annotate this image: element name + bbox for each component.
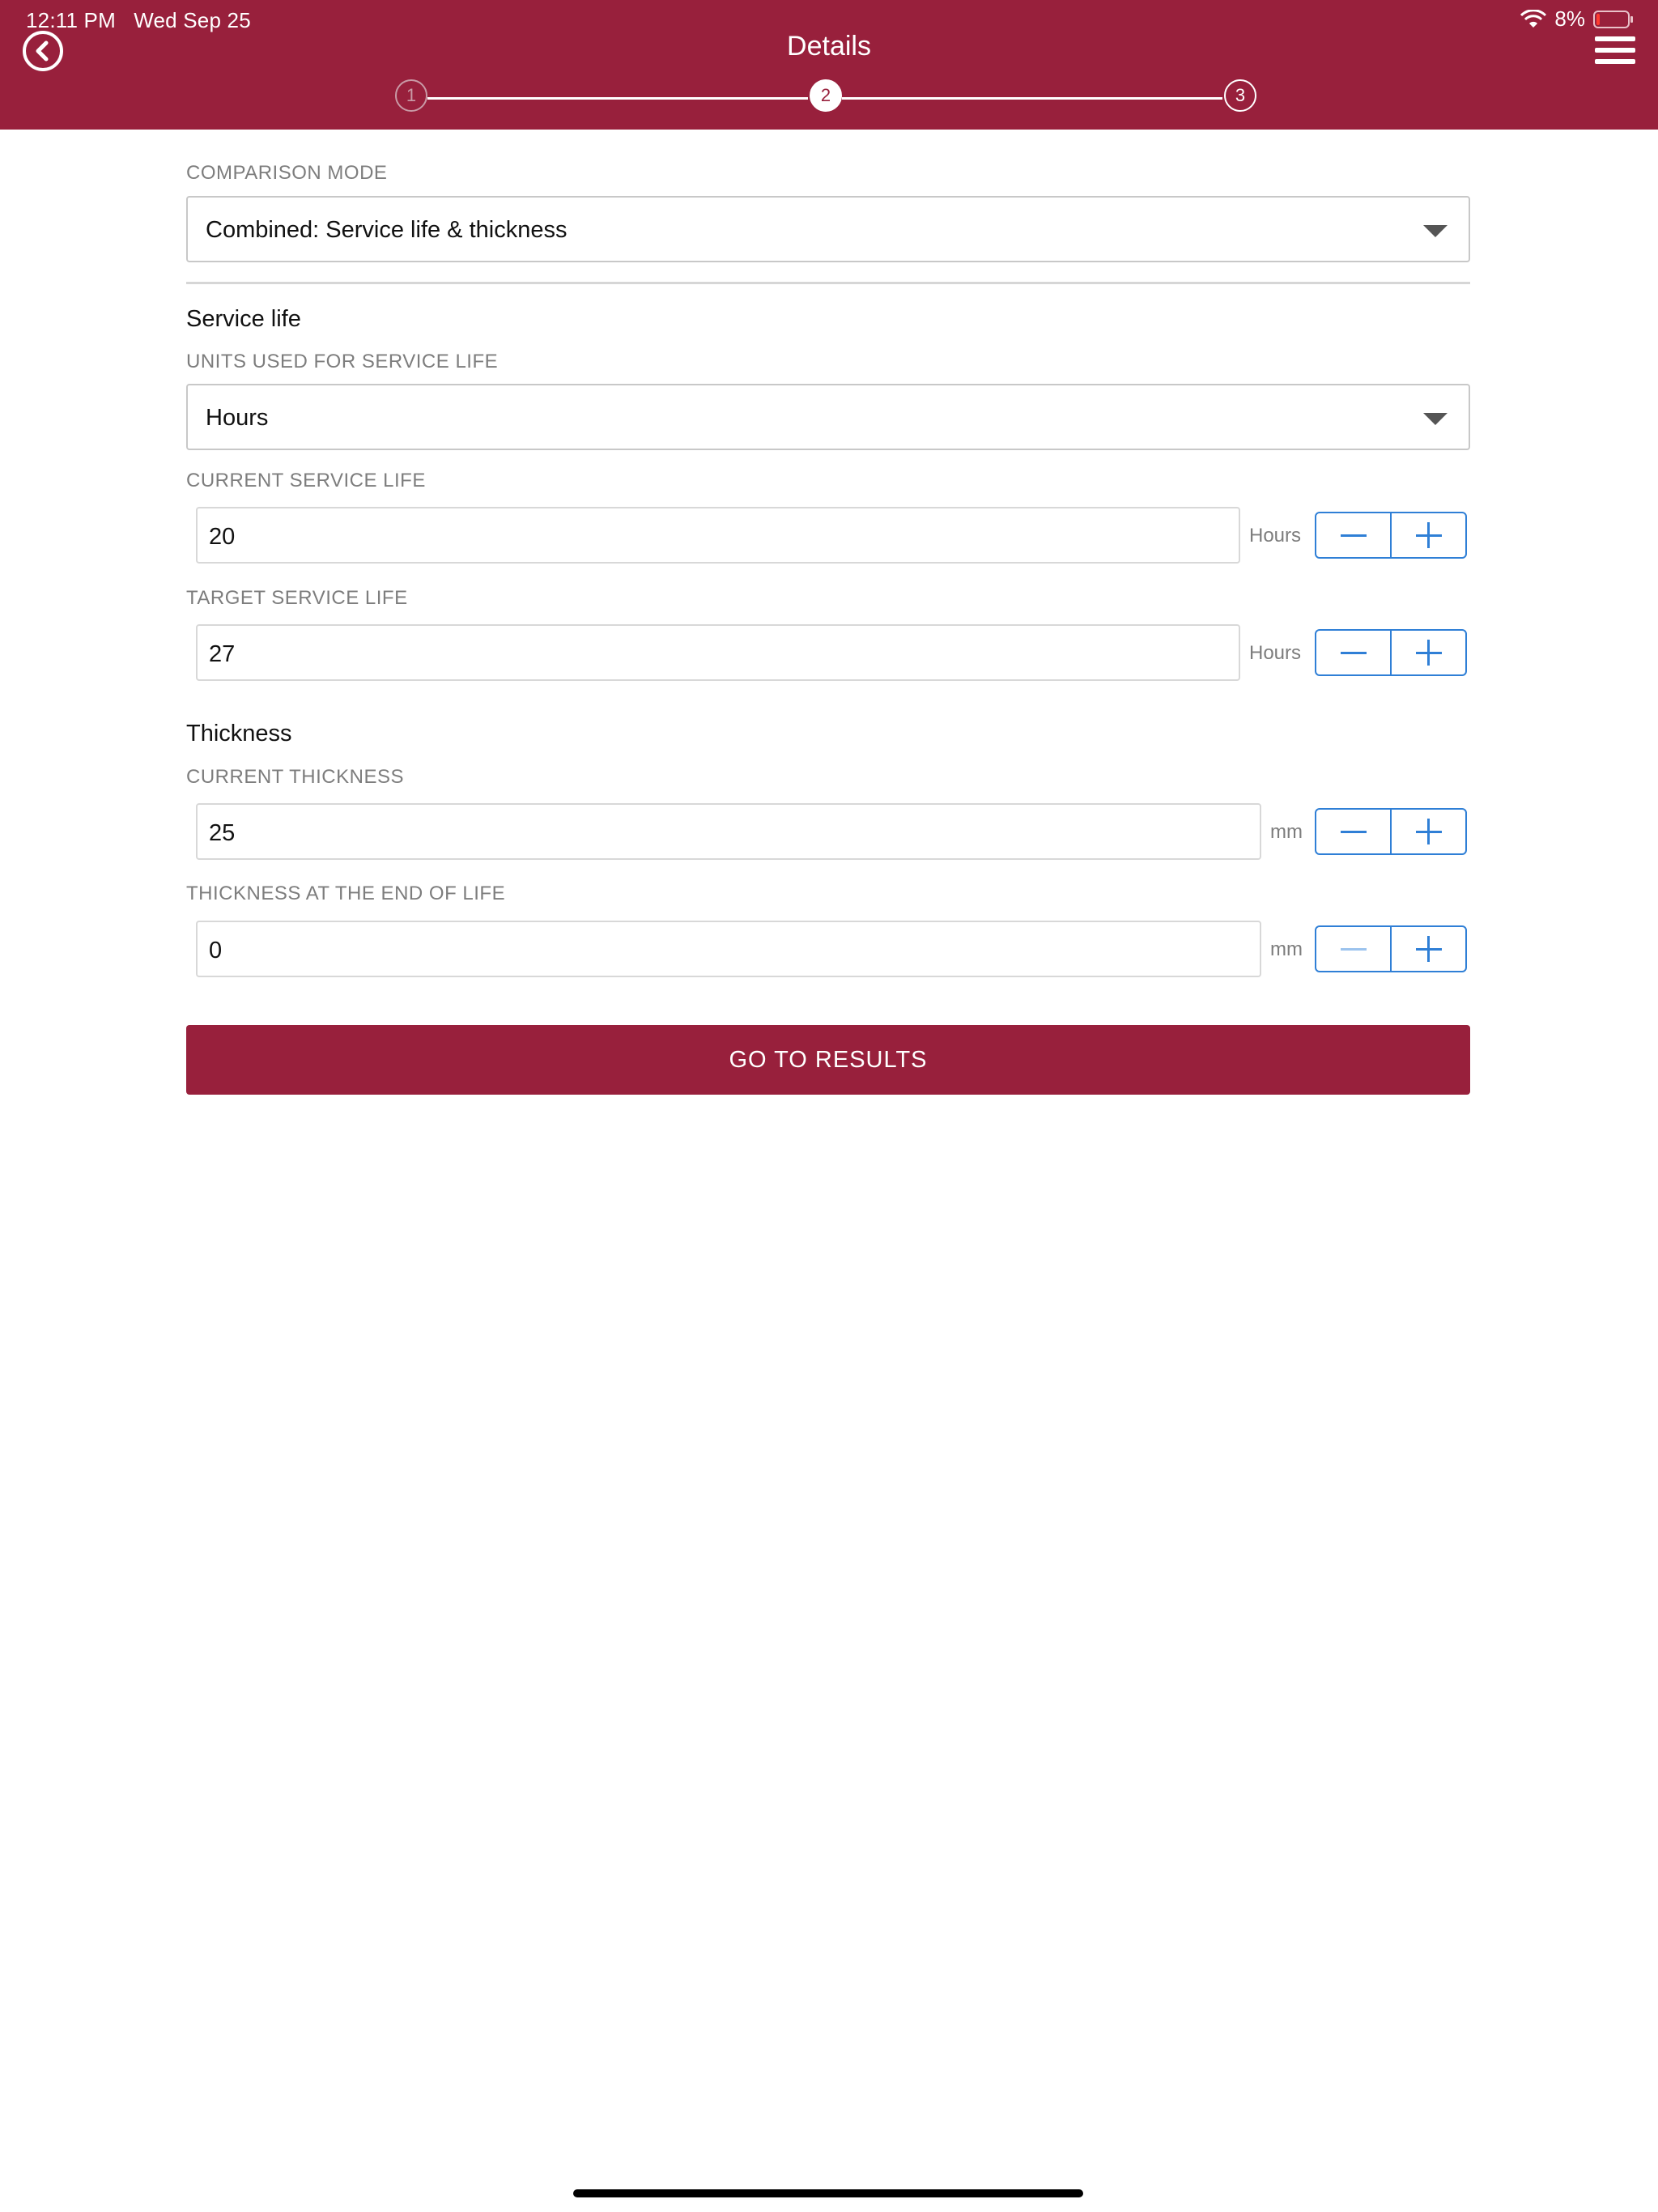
units-label: UNITS USED FOR SERVICE LIFE bbox=[186, 351, 499, 372]
increment-button[interactable] bbox=[1390, 810, 1465, 853]
minus-icon bbox=[1340, 830, 1367, 833]
decrement-button[interactable] bbox=[1316, 513, 1390, 557]
minus-icon bbox=[1340, 534, 1367, 537]
step-1[interactable]: 1 bbox=[395, 79, 427, 112]
units-value: Hours bbox=[206, 405, 269, 431]
stepper-line-2 bbox=[842, 97, 1222, 100]
current-service-life-value: 20 bbox=[209, 524, 236, 550]
end-thickness-stepper bbox=[1315, 925, 1467, 972]
app-header: 12:11 PM Wed Sep 25 8% Details 1 2 3 bbox=[0, 0, 1658, 130]
minus-icon bbox=[1340, 947, 1367, 951]
menu-button[interactable] bbox=[1593, 34, 1637, 66]
current-service-life-unit: Hours bbox=[1249, 525, 1302, 547]
current-service-life-stepper bbox=[1315, 512, 1467, 559]
home-indicator[interactable] bbox=[573, 2189, 1083, 2197]
plus-icon-vertical bbox=[1427, 936, 1430, 962]
current-thickness-unit: mm bbox=[1270, 821, 1303, 843]
progress-stepper: 1 2 3 bbox=[395, 79, 1261, 117]
plus-icon-vertical bbox=[1427, 640, 1430, 666]
units-select[interactable]: Hours bbox=[186, 384, 1470, 450]
current-thickness-label: CURRENT THICKNESS bbox=[186, 766, 404, 788]
decrement-button[interactable] bbox=[1316, 927, 1390, 971]
plus-icon-vertical bbox=[1427, 522, 1430, 548]
target-service-life-label: TARGET SERVICE LIFE bbox=[186, 587, 408, 609]
service-life-title: Service life bbox=[186, 306, 301, 332]
status-date: Wed Sep 25 bbox=[134, 8, 251, 32]
status-bar-right: 8% bbox=[1520, 6, 1634, 32]
target-service-life-stepper bbox=[1315, 629, 1467, 676]
end-thickness-value: 0 bbox=[209, 938, 223, 963]
plus-icon-vertical bbox=[1427, 819, 1430, 844]
comparison-mode-value: Combined: Service life & thickness bbox=[206, 217, 568, 243]
hamburger-menu-icon bbox=[1595, 36, 1635, 64]
end-thickness-label: THICKNESS AT THE END OF LIFE bbox=[186, 883, 506, 904]
comparison-mode-label: COMPARISON MODE bbox=[186, 162, 388, 184]
current-thickness-stepper bbox=[1315, 808, 1467, 855]
wifi-icon bbox=[1520, 9, 1547, 29]
chevron-down-icon bbox=[1423, 225, 1448, 237]
thickness-title: Thickness bbox=[186, 721, 292, 747]
current-thickness-input[interactable]: 25 bbox=[196, 803, 1261, 860]
battery-icon bbox=[1593, 10, 1634, 29]
increment-button[interactable] bbox=[1390, 513, 1465, 557]
target-service-life-value: 27 bbox=[209, 641, 236, 667]
chevron-down-icon bbox=[1423, 413, 1448, 425]
go-to-results-button[interactable]: GO TO RESULTS bbox=[186, 1025, 1470, 1095]
target-service-life-input[interactable]: 27 bbox=[196, 624, 1240, 681]
comparison-mode-select[interactable]: Combined: Service life & thickness bbox=[186, 196, 1470, 262]
decrement-button[interactable] bbox=[1316, 810, 1390, 853]
stepper-line-1 bbox=[427, 97, 808, 100]
battery-percent: 8% bbox=[1554, 6, 1585, 31]
page-title: Details bbox=[787, 31, 871, 62]
current-service-life-label: CURRENT SERVICE LIFE bbox=[186, 470, 426, 491]
increment-button[interactable] bbox=[1390, 631, 1465, 674]
target-service-life-unit: Hours bbox=[1249, 642, 1302, 664]
decrement-button[interactable] bbox=[1316, 631, 1390, 674]
current-thickness-value: 25 bbox=[209, 820, 236, 846]
end-thickness-unit: mm bbox=[1270, 938, 1303, 960]
end-thickness-input[interactable]: 0 bbox=[196, 921, 1261, 977]
step-2[interactable]: 2 bbox=[810, 79, 842, 112]
increment-button[interactable] bbox=[1390, 927, 1465, 971]
section-divider bbox=[186, 282, 1470, 284]
current-service-life-input[interactable]: 20 bbox=[196, 507, 1240, 564]
step-3[interactable]: 3 bbox=[1224, 79, 1256, 112]
minus-icon bbox=[1340, 651, 1367, 654]
